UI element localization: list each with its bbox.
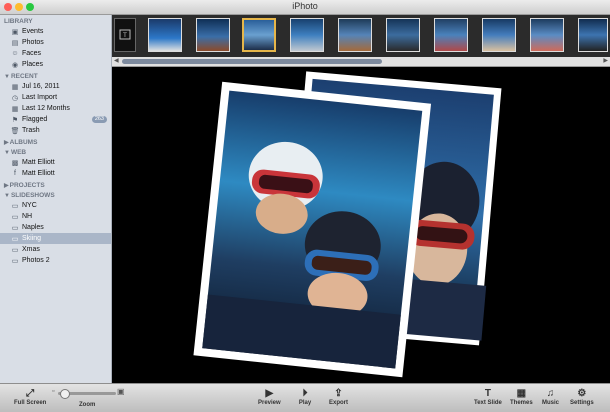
calendar-icon: ▦: [11, 105, 19, 113]
zoom-slider-knob[interactable]: [60, 389, 70, 399]
gear-icon: ⚙: [577, 387, 587, 399]
slideshow-icon: ▭: [11, 213, 19, 221]
slideshow-icon: ▭: [11, 224, 19, 232]
disclosure-down-icon[interactable]: ▼: [4, 74, 10, 80]
scrollbar-thumb[interactable]: [122, 59, 382, 64]
sidebar-item-photos[interactable]: ▤ Photos: [0, 37, 111, 48]
clock-icon: ◷: [11, 94, 19, 102]
slide-thumbnail[interactable]: [482, 18, 516, 52]
sidebar-item-last-import[interactable]: ◷ Last Import: [0, 92, 111, 103]
front-photo: [193, 81, 432, 378]
play-button[interactable]: ⏵ Play: [298, 386, 312, 407]
preview-icon: ▶: [265, 387, 274, 399]
play-icon: ⏵: [302, 387, 308, 399]
slide-preview-stage[interactable]: [112, 67, 610, 383]
section-albums[interactable]: ▶ALBUMS: [4, 139, 111, 146]
disclosure-down-icon[interactable]: ▼: [4, 193, 10, 199]
slide-thumbnail[interactable]: [530, 18, 564, 52]
sidebar-item-slideshow-photos-2[interactable]: ▭ Photos 2: [0, 255, 111, 266]
filmstrip-scrollbar[interactable]: ◀ ▶: [112, 57, 610, 67]
slide-thumbnail-title[interactable]: T: [114, 18, 136, 52]
svg-text:T: T: [122, 32, 127, 39]
text-slide-icon: T: [119, 29, 131, 40]
trash-icon: 🗑: [10, 127, 20, 135]
sidebar-item-events[interactable]: ▣ Events: [0, 26, 111, 37]
slideshow-icon: ▭: [11, 257, 19, 265]
text-slide-button[interactable]: T Text Slide: [474, 386, 502, 407]
web-album-icon: ▩: [11, 159, 19, 167]
sidebar-item-last-12-months[interactable]: ▦ Last 12 Months: [0, 103, 111, 114]
settings-button[interactable]: ⚙ Settings: [570, 386, 594, 407]
section-recent[interactable]: ▼RECENT: [4, 73, 111, 80]
section-slideshows[interactable]: ▼SLIDESHOWS: [4, 192, 111, 199]
sidebar-item-slideshow-xmas[interactable]: ▭ Xmas: [0, 244, 111, 255]
events-icon: ▣: [11, 28, 19, 36]
export-icon: ⇪: [334, 387, 343, 399]
window-title: iPhoto: [292, 1, 318, 11]
facebook-icon: f: [14, 170, 16, 177]
sidebar-item-event-date[interactable]: ▦ Jul 16, 2011: [0, 81, 111, 92]
faces-icon: ☺: [11, 50, 19, 57]
sidebar-item-trash[interactable]: 🗑 Trash: [0, 125, 111, 136]
music-button[interactable]: ♫ Music: [542, 386, 559, 407]
globe-icon: ◉: [11, 61, 19, 69]
sidebar-item-slideshow-naples[interactable]: ▭ Naples: [0, 222, 111, 233]
sidebar-item-slideshow-nh[interactable]: ▭ NH: [0, 211, 111, 222]
disclosure-down-icon[interactable]: ▼: [4, 150, 10, 156]
slide-thumbnail[interactable]: [290, 18, 324, 52]
sidebar-item-slideshow-nyc[interactable]: ▭ NYC: [0, 200, 111, 211]
slide-thumbnail[interactable]: [148, 18, 182, 52]
sidebar-item-web-account-1[interactable]: ▩ Matt Elliott: [0, 157, 111, 168]
full-screen-icon: ⤢: [26, 387, 35, 399]
sidebar-item-slideshow-skiing[interactable]: ▭ Skiing: [0, 233, 111, 244]
bottom-toolbar: ⤢ Full Screen ▫ ▣ Zoom ▶ Preview ⏵ Play …: [0, 383, 610, 412]
sidebar-item-places[interactable]: ◉ Places: [0, 59, 111, 70]
sidebar-item-faces[interactable]: ☺ Faces: [0, 48, 111, 59]
slide-thumbnail[interactable]: [196, 18, 230, 52]
themes-icon: ▦: [516, 387, 527, 399]
disclosure-right-icon[interactable]: ▶: [4, 182, 9, 189]
slide-thumbnail[interactable]: [386, 18, 420, 52]
slide-filmstrip[interactable]: T: [112, 15, 610, 57]
slide-thumbnail[interactable]: [434, 18, 468, 52]
sidebar: LIBRARY ▣ Events ▤ Photos ☺ Faces ◉ Places ▼…: [0, 15, 112, 383]
themes-button[interactable]: ▦ Themes: [510, 386, 533, 407]
section-library[interactable]: LIBRARY: [4, 18, 111, 25]
disclosure-right-icon[interactable]: ▶: [4, 139, 9, 146]
slideshow-icon: ▭: [11, 246, 19, 254]
slide-preview: [193, 71, 502, 378]
flag-icon: ⚑: [11, 116, 19, 124]
zoom-label: Zoom: [79, 402, 96, 408]
text-slide-icon: T: [484, 387, 491, 399]
slide-thumbnail[interactable]: [578, 18, 608, 52]
preview-button[interactable]: ▶ Preview: [258, 386, 281, 407]
slide-thumbnail[interactable]: [338, 18, 372, 52]
sidebar-item-web-account-2[interactable]: f Matt Elliott: [0, 168, 111, 179]
photos-icon: ▤: [11, 39, 19, 47]
full-screen-button[interactable]: ⤢ Full Screen: [14, 386, 46, 407]
slideshow-icon: ▭: [11, 202, 19, 210]
music-icon: ♫: [546, 387, 555, 399]
flagged-count-badge: 263: [91, 116, 107, 123]
event-icon: ▦: [11, 83, 19, 91]
slide-thumbnail-selected[interactable]: [242, 18, 276, 52]
scroll-right-icon[interactable]: ▶: [603, 57, 608, 64]
sidebar-item-flagged[interactable]: ⚑ Flagged 263: [0, 114, 111, 125]
large-photo-icon: ▣: [117, 387, 125, 396]
title-bar: iPhoto: [0, 0, 610, 15]
section-web[interactable]: ▼WEB: [4, 149, 111, 156]
small-photo-icon: ▫: [52, 388, 55, 395]
section-projects[interactable]: ▶PROJECTS: [4, 182, 111, 189]
slideshow-icon: ▭: [11, 235, 19, 243]
scroll-left-icon[interactable]: ◀: [114, 57, 119, 64]
export-button[interactable]: ⇪ Export: [329, 386, 348, 407]
